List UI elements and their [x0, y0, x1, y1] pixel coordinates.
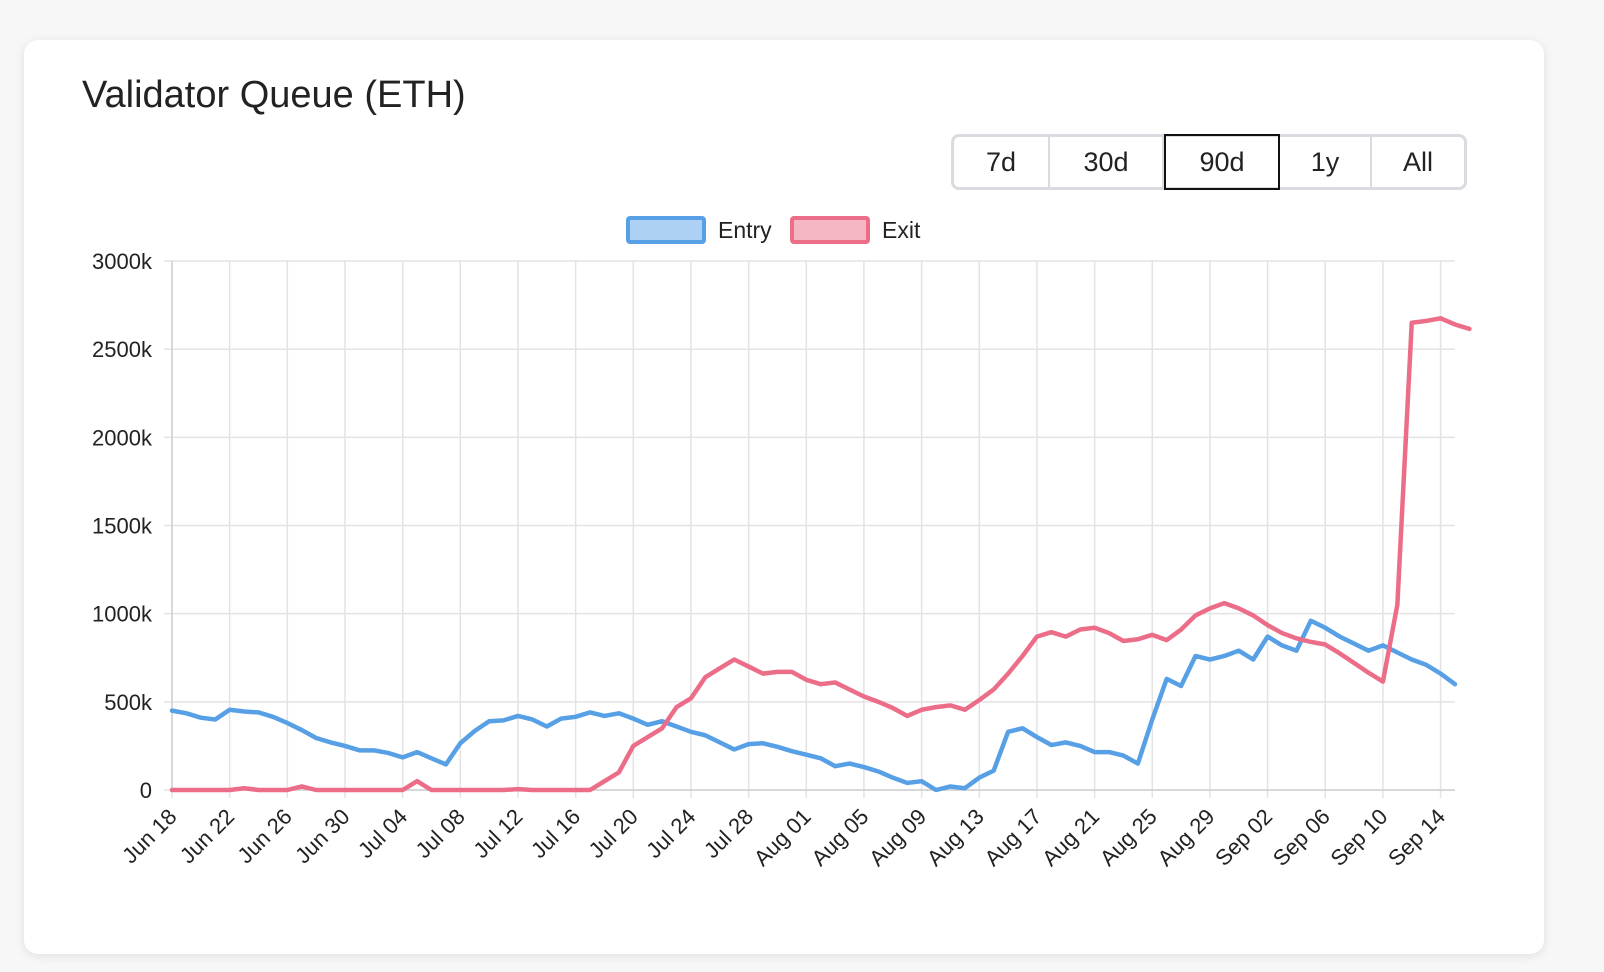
x-tick-label: Aug 21 — [1037, 804, 1104, 871]
y-tick-label: 0 — [140, 778, 152, 803]
x-tick-label: Aug 05 — [807, 804, 874, 871]
x-tick-label: Jul 24 — [641, 804, 700, 863]
y-tick-label: 1000k — [92, 602, 153, 627]
x-tick-label: Aug 17 — [979, 804, 1046, 871]
legend-label-entry[interactable]: Entry — [718, 217, 772, 243]
chart-legend: Entry Exit — [626, 216, 921, 244]
x-tick-label: Aug 29 — [1152, 804, 1219, 871]
series-line-exit — [169, 316, 1472, 793]
x-tick-label: Jun 30 — [290, 804, 354, 868]
x-tick-label: Aug 09 — [864, 804, 931, 871]
y-tick-label: 500k — [104, 690, 153, 715]
chart-grid — [164, 260, 1455, 798]
x-tick-label: Sep 02 — [1210, 804, 1277, 871]
line-chart: 0500k1000k1500k2000k2500k3000k Jun 18Jun… — [92, 216, 1472, 871]
x-tick-label: Jun 26 — [232, 804, 296, 868]
y-tick-label: 2000k — [92, 425, 153, 450]
x-tick-label: Jul 20 — [584, 804, 643, 863]
legend-label-exit[interactable]: Exit — [882, 217, 921, 243]
legend-swatch-exit[interactable] — [790, 216, 870, 244]
y-tick-label: 3000k — [92, 249, 153, 274]
x-tick-label: Aug 13 — [922, 804, 989, 871]
x-tick-label: Sep 14 — [1383, 804, 1450, 871]
x-tick-label: Jul 12 — [468, 804, 527, 863]
x-tick-label: Sep 10 — [1325, 804, 1392, 871]
y-axis: 0 500k 1000k 1500k 2000k 2500k 3000k — [92, 249, 153, 803]
series-line-entry — [169, 618, 1458, 793]
x-tick-label: Jul 16 — [526, 804, 585, 863]
series-lines — [169, 316, 1472, 793]
legend-swatch-entry[interactable] — [626, 216, 706, 244]
x-tick-label: Jun 22 — [175, 804, 239, 868]
x-tick-label: Jul 04 — [353, 804, 412, 863]
y-tick-label: 1500k — [92, 514, 153, 539]
x-tick-label: Aug 25 — [1095, 804, 1162, 871]
x-tick-label: Jun 18 — [117, 804, 181, 868]
x-tick-label: Aug 01 — [749, 804, 816, 871]
x-tick-label: Jul 08 — [411, 804, 470, 863]
x-axis: Jun 18Jun 22Jun 26Jun 30Jul 04Jul 08Jul … — [117, 804, 1450, 871]
y-tick-label: 2500k — [92, 337, 153, 362]
x-tick-label: Sep 06 — [1268, 804, 1335, 871]
